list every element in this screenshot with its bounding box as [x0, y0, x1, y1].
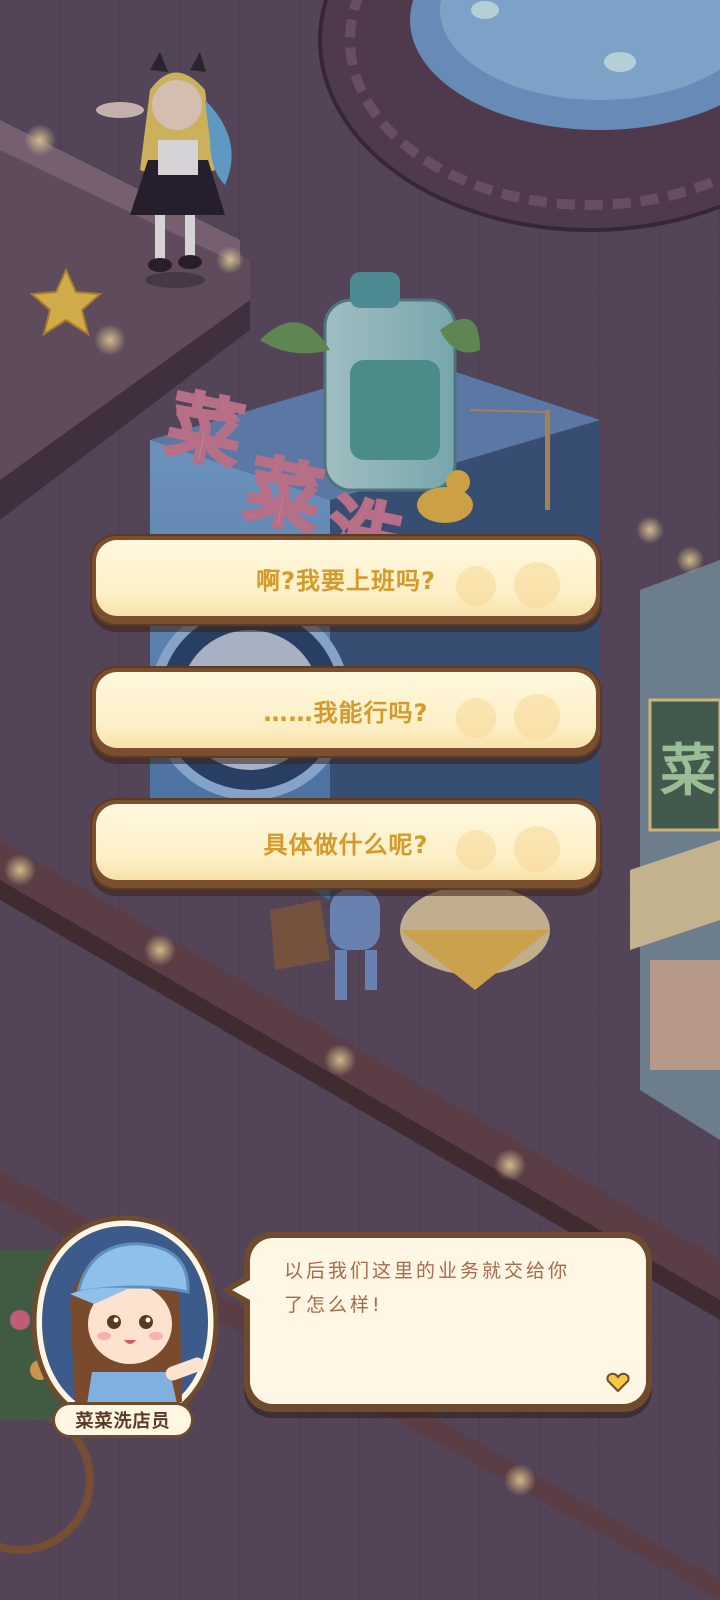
paw-decoration [514, 826, 560, 872]
paw-decoration [514, 694, 560, 740]
paw-decoration [456, 566, 496, 606]
bubble-tail-inner [232, 1280, 250, 1300]
choice-button-2[interactable]: ……我能行吗? [90, 666, 602, 758]
speaker-name-tag: 菜菜洗店员 [52, 1402, 194, 1438]
choice-button-3-face: 具体做什么呢? [96, 804, 596, 880]
dialog-text-line: 以后我们这里的业务就交给你 [284, 1260, 571, 1282]
speaker-name: 菜菜洗店员 [75, 1411, 171, 1432]
choice-button-1[interactable]: 啊?我要上班吗? [90, 534, 602, 626]
paw-decoration [514, 562, 560, 608]
choice-button-3[interactable]: 具体做什么呢? [90, 798, 602, 890]
choice-label: ……我能行吗? [263, 698, 429, 727]
continue-heart-icon[interactable] [606, 1372, 630, 1392]
choice-button-2-face: ……我能行吗? [96, 672, 596, 748]
choice-label: 具体做什么呢? [263, 830, 429, 859]
choice-label: 啊?我要上班吗? [256, 566, 436, 595]
dialog-bubble[interactable]: 以后我们这里的业务就交给你 了怎么样! [222, 1232, 652, 1412]
paw-decoration [456, 830, 496, 870]
dialog-text-line: 了怎么样! [284, 1294, 383, 1316]
choice-button-1-face: 啊?我要上班吗? [96, 540, 596, 616]
paw-decoration [456, 698, 496, 738]
speaker-portrait [31, 1215, 219, 1429]
dialog-text: 以后我们这里的业务就交给你 了怎么样! [284, 1254, 616, 1322]
